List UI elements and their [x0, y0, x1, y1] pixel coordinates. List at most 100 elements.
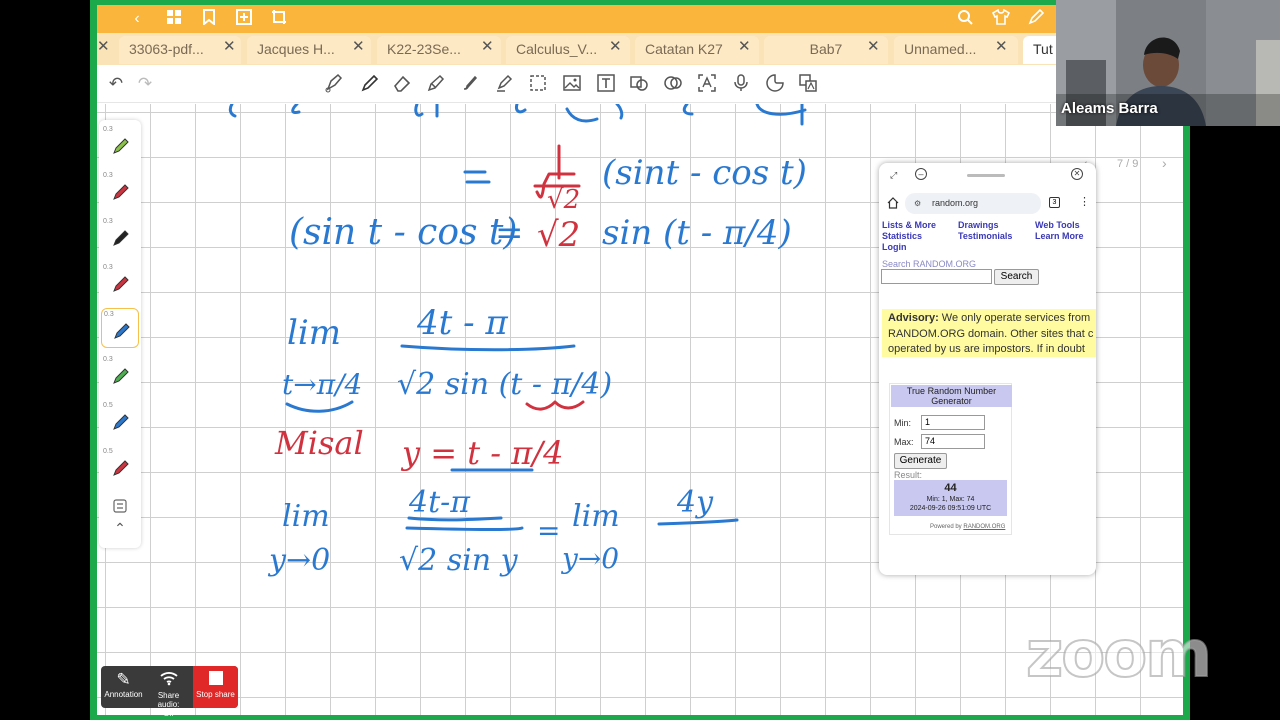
back-icon[interactable]: ‹ [127, 9, 147, 29]
microphone-icon[interactable] [730, 73, 752, 95]
grid-icon[interactable] [164, 9, 184, 29]
home-icon[interactable] [887, 196, 899, 209]
pen-preset-5-selected[interactable]: 0.3 [101, 308, 139, 348]
site-info-icon[interactable]: ⚙ [914, 193, 921, 214]
next-page-icon[interactable]: › [1162, 155, 1167, 171]
tab-close-icon[interactable]: ✕ [738, 33, 751, 61]
redo-icon[interactable]: ↷ [134, 73, 156, 95]
highlighter-icon[interactable] [493, 73, 515, 95]
rng-title-line2: Generator [931, 396, 972, 406]
wifi-icon [146, 670, 191, 691]
add-page-icon[interactable] [234, 9, 254, 29]
share-audio-state: Off [163, 709, 174, 718]
screen: ‹ ✕ 33063-pdf... ✕ Jacques H... ✕ K22-23… [0, 0, 1280, 720]
pen-tray: 0.3 0.3 0.3 0.3 0.3 0.3 0.5 0.5 ⌃ [99, 120, 141, 548]
ink-lim3: lim [572, 499, 620, 534]
search-input[interactable] [881, 269, 992, 284]
nav-lists-more[interactable]: Lists & More [882, 220, 936, 230]
minimize-icon[interactable]: – [915, 168, 927, 180]
pen-edit-icon[interactable] [1026, 8, 1046, 29]
translate-icon[interactable] [797, 73, 819, 95]
generate-button[interactable]: Generate [894, 453, 947, 469]
text-recognition-icon[interactable] [696, 73, 718, 95]
advisory-title: Advisory: [888, 312, 939, 324]
drag-handle[interactable] [967, 174, 1005, 177]
nav-statistics[interactable]: Statistics [882, 231, 922, 241]
more-menu-icon[interactable]: ⋮ [1079, 195, 1090, 208]
ink-eq2-right: sin (t - π/4) [602, 213, 792, 253]
nav-login[interactable]: Login [882, 242, 907, 252]
tab-label: K22-23Se... [387, 41, 461, 57]
annotation-button[interactable]: ✎ Annotation [101, 666, 146, 708]
participant-video[interactable]: Aleams Barra [1056, 0, 1280, 126]
resize-icon[interactable]: ⤢ [890, 170, 897, 181]
tab-label: Unnamed... [904, 41, 977, 57]
eraser-icon[interactable] [391, 73, 413, 95]
advisory-banner: Advisory: We only operate services from … [882, 309, 1096, 357]
brush-icon[interactable] [459, 73, 481, 95]
min-input[interactable]: 1 [921, 415, 985, 430]
tab-label: Tut [1033, 41, 1053, 57]
crop-icon[interactable] [269, 9, 289, 29]
ink-equals3: = [537, 514, 560, 547]
pen-size-label: 0.3 [104, 311, 114, 318]
share-audio-button[interactable]: Share audio: Off [146, 666, 191, 718]
text-icon[interactable] [595, 73, 617, 95]
advisory-text-2: RANDOM.ORG domain. Other sites that c [888, 327, 1094, 340]
pen-preset-3[interactable]: 0.3 [101, 216, 139, 256]
search-button[interactable]: Search [994, 269, 1039, 285]
pen-tool-icon[interactable] [359, 73, 381, 95]
close-icon[interactable]: ✕ [1071, 168, 1083, 180]
max-input[interactable]: 74 [921, 434, 985, 449]
collapse-tray-icon[interactable]: ⌃ [112, 520, 128, 536]
shapes-icon[interactable] [628, 73, 650, 95]
result-label: Result: [894, 470, 923, 480]
nav-drawings[interactable]: Drawings [958, 220, 999, 230]
pen-size-label: 0.3 [103, 218, 113, 225]
lasso-select-icon[interactable] [527, 73, 549, 95]
pen-settings-icon[interactable] [112, 498, 128, 514]
pen-preset-8[interactable]: 0.5 [101, 446, 139, 486]
nav-testimonials[interactable]: Testimonials [958, 231, 1012, 241]
pencil-icon: ✎ [116, 670, 131, 689]
tab-close-icon[interactable]: ✕ [867, 33, 880, 61]
pen-preset-1[interactable]: 0.3 [101, 124, 139, 164]
sticker-icon[interactable] [764, 73, 786, 95]
tab-label: Jacques H... [257, 41, 335, 57]
page-counter: 7 / 9 [1117, 158, 1139, 170]
pen-preset-4[interactable]: 0.3 [101, 262, 139, 302]
nav-learn-more[interactable]: Learn More [1035, 231, 1084, 241]
stop-share-button[interactable]: Stop share [193, 666, 238, 708]
camera-icon[interactable] [662, 73, 684, 95]
nav-web-tools[interactable]: Web Tools [1035, 220, 1080, 230]
pen-preset-2[interactable]: 0.3 [101, 170, 139, 210]
lasso-pen-icon[interactable] [323, 73, 345, 95]
ink-lim2-subscript: y→0 [267, 543, 330, 578]
browser-popup: ⤢ – ✕ ⚙ random.org 3 ⋮ Lists & More Draw… [879, 163, 1096, 575]
bookmark-icon[interactable] [199, 9, 219, 29]
image-icon[interactable] [561, 73, 583, 95]
tab-close-icon[interactable]: ✕ [609, 33, 622, 61]
tab-close-icon[interactable]: ✕ [481, 33, 494, 61]
tab-count-icon[interactable]: 3 [1049, 197, 1060, 208]
undo-icon[interactable]: ↶ [105, 73, 127, 95]
tab-close-icon[interactable]: ✕ [995, 33, 1008, 61]
ink-lim3-subscript: y→0 [560, 542, 619, 575]
pen-preset-7[interactable]: 0.5 [101, 400, 139, 440]
ink-fraction2-denominator: √2 sin y [399, 543, 519, 578]
max-label: Max: [894, 437, 914, 447]
tab-close-icon[interactable]: ✕ [223, 33, 236, 61]
pen-icon [114, 323, 130, 339]
pen-preset-6[interactable]: 0.3 [101, 354, 139, 394]
powered-by-link[interactable]: RANDOM.ORG [963, 524, 1005, 530]
url-bar[interactable]: ⚙ random.org [905, 193, 1041, 214]
shirt-icon[interactable] [991, 8, 1011, 29]
search-icon[interactable] [955, 9, 975, 29]
powered-by-text: Powered by [930, 524, 962, 530]
ink-eq1-paren: (sint - cos t) [602, 153, 807, 193]
tab-close-icon[interactable]: ✕ [352, 33, 365, 61]
tab-close-icon[interactable]: ✕ [97, 33, 110, 61]
pencil-icon[interactable] [425, 73, 447, 95]
ink-fraction-numerator: 4t - π [416, 303, 508, 343]
url-text: random.org [932, 198, 979, 208]
